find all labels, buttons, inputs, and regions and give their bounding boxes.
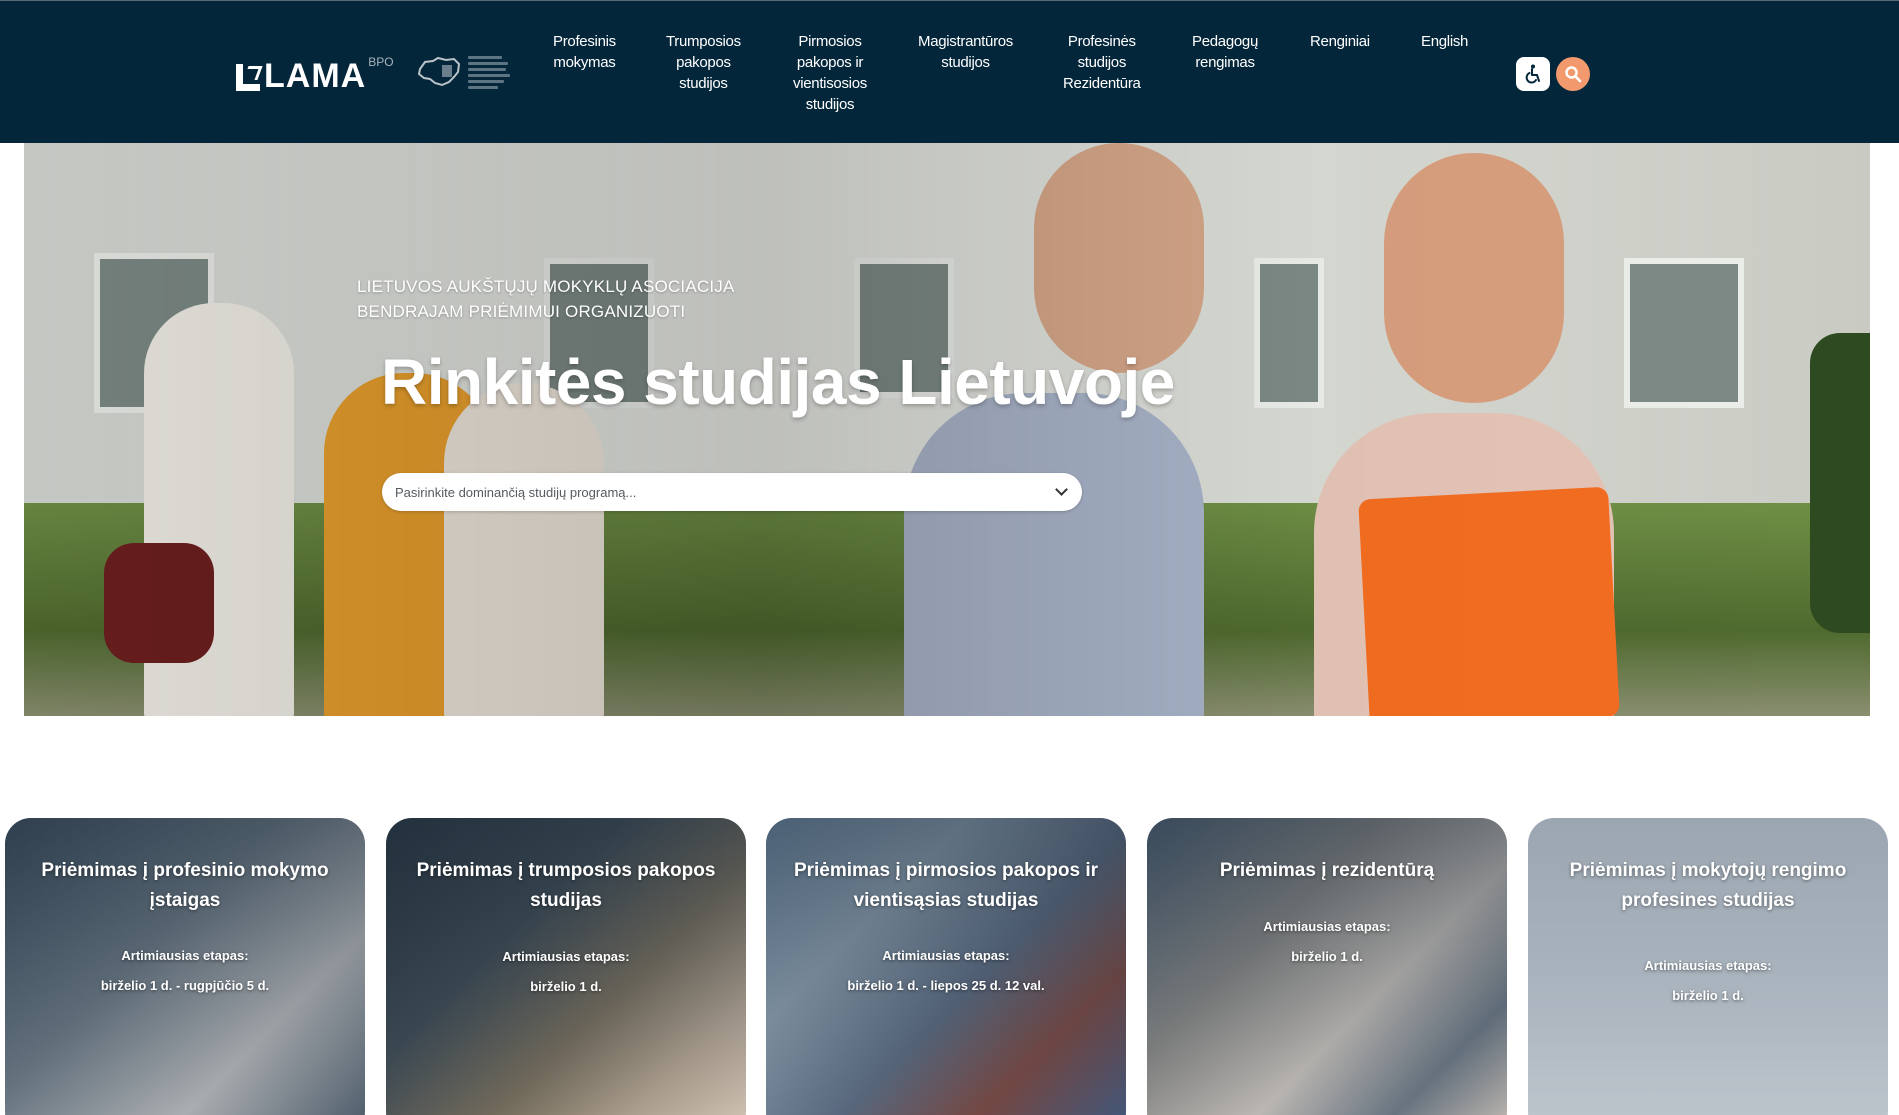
- search-button[interactable]: [1556, 57, 1590, 91]
- admission-card-vocational[interactable]: Priėmimas į profesinio mokymo įstaigas A…: [5, 818, 365, 1115]
- card-stage-date: birželio 1 d.: [1291, 949, 1363, 964]
- chevron-down-icon: [1055, 483, 1068, 496]
- logo-superscript: BPO: [368, 55, 394, 69]
- search-icon: [1565, 66, 1582, 83]
- logo-mark-icon: [236, 64, 263, 91]
- nav-item-rezidentura[interactable]: Profesinės studijos Rezidentūra: [1063, 31, 1141, 94]
- nav-item-renginiai[interactable]: Renginiai: [1310, 31, 1370, 52]
- lithuania-map-icon: [417, 56, 461, 87]
- card-title: Priėmimas į trumposios pakopos studijas: [416, 860, 716, 911]
- logo-text: LAMA: [264, 57, 367, 95]
- nav-label-line: studijos: [805, 96, 855, 113]
- nav-label-line: Trumposios: [666, 33, 741, 50]
- study-program-select[interactable]: Pasirinkite dominančią studijų programą.…: [382, 473, 1082, 511]
- funding-emblem: [416, 53, 520, 91]
- hero-title: Rinkitės studijas Lietuvoje: [381, 346, 1175, 418]
- nav-item-trumposios-pakopos[interactable]: Trumposios pakopos studijos: [666, 31, 741, 94]
- card-stage-date: birželio 1 d. - rugpjūčio 5 d.: [100, 978, 270, 993]
- card-stage-label: Artimiausias etapas:: [1263, 919, 1391, 934]
- admission-card-first-cycle[interactable]: Priėmimas į pirmosios pakopos ir vientis…: [766, 818, 1126, 1115]
- site-logo[interactable]: LAMA BPO: [236, 55, 394, 95]
- card-stage-date: birželio 1 d.: [530, 979, 602, 994]
- nav-label-line: Rezidentūra: [1063, 75, 1141, 92]
- card-title: Priėmimas į mokytojų rengimo profesines …: [1569, 860, 1847, 911]
- nav-item-pirmosios-pakopos[interactable]: Pirmosios pakopos ir vientisosios studij…: [793, 31, 867, 115]
- nav-label-line: Profesinis: [553, 33, 616, 50]
- admission-card-residency[interactable]: Priėmimas į rezidentūrą Artimiausias eta…: [1147, 818, 1507, 1115]
- card-title: Priėmimas į rezidentūrą: [1219, 860, 1435, 881]
- hero-kicker: LIETUVOS AUKŠTŲJŲ MOKYKLŲ ASOCIACIJA BEN…: [357, 274, 857, 324]
- nav-label-line: Pirmosios: [798, 33, 862, 50]
- nav-label-line: Renginiai: [1310, 33, 1370, 50]
- nav-label-line: Pedagogų: [1192, 33, 1259, 50]
- card-stage-label: Artimiausias etapas:: [121, 948, 249, 963]
- hero-banner: [24, 143, 1870, 716]
- nav-label-line: pakopos: [676, 54, 731, 71]
- nav-label-line: pakopos ir: [796, 54, 864, 71]
- nav-label-line: rengimas: [1195, 54, 1255, 71]
- nav-label-line: studijos: [941, 54, 990, 71]
- nav-label-line: vientisosios: [793, 75, 867, 92]
- admission-card-short-cycle[interactable]: Priėmimas į trumposios pakopos studijas …: [386, 818, 746, 1115]
- hero-kicker-line: BENDRAJAM PRIĖMIMUI ORGANIZUOTI: [357, 302, 686, 321]
- study-program-select-placeholder: Pasirinkite dominančią studijų programą.…: [395, 484, 637, 500]
- card-stage-label: Artimiausias etapas:: [1644, 958, 1772, 973]
- card-title: Priėmimas į profesinio mokymo įstaigas: [41, 860, 329, 911]
- hero-kicker-line: LIETUVOS AUKŠTŲJŲ MOKYKLŲ ASOCIACIJA: [357, 277, 735, 296]
- nav-label-line: mokymas: [553, 54, 616, 71]
- card-stage-label: Artimiausias etapas:: [502, 949, 630, 964]
- accessibility-button[interactable]: [1516, 57, 1550, 91]
- nav-label-line: studijos: [679, 75, 728, 92]
- nav-item-pedagogu-rengimas[interactable]: Pedagogų rengimas: [1192, 31, 1258, 73]
- nav-label-line: Magistrantūros: [918, 33, 1014, 50]
- card-stage-date: birželio 1 d.: [1672, 988, 1744, 1003]
- nav-item-profesinis-mokymas[interactable]: Profesinis mokymas: [553, 31, 616, 73]
- nav-item-english[interactable]: English: [1421, 31, 1468, 52]
- nav-label-line: studijos: [1077, 54, 1127, 71]
- nav-item-magistranturos[interactable]: Magistrantūros studijos: [918, 31, 1013, 73]
- site-header: LAMA BPO Profesinis mokymas Trumposios p…: [0, 0, 1899, 143]
- emblem-caption: [468, 55, 510, 89]
- nav-label-line: Profesinės: [1067, 33, 1136, 50]
- card-title: Priėmimas į pirmosios pakopos ir vientis…: [793, 860, 1099, 911]
- wheelchair-icon: [1525, 64, 1540, 84]
- nav-label-line: English: [1421, 33, 1469, 50]
- admission-card-teacher-training[interactable]: Priėmimas į mokytojų rengimo profesines …: [1528, 818, 1888, 1115]
- card-stage-label: Artimiausias etapas:: [882, 948, 1010, 963]
- card-stage-date: birželio 1 d. - liepos 25 d. 12 val.: [847, 978, 1045, 993]
- hero-overlay: [24, 143, 1870, 716]
